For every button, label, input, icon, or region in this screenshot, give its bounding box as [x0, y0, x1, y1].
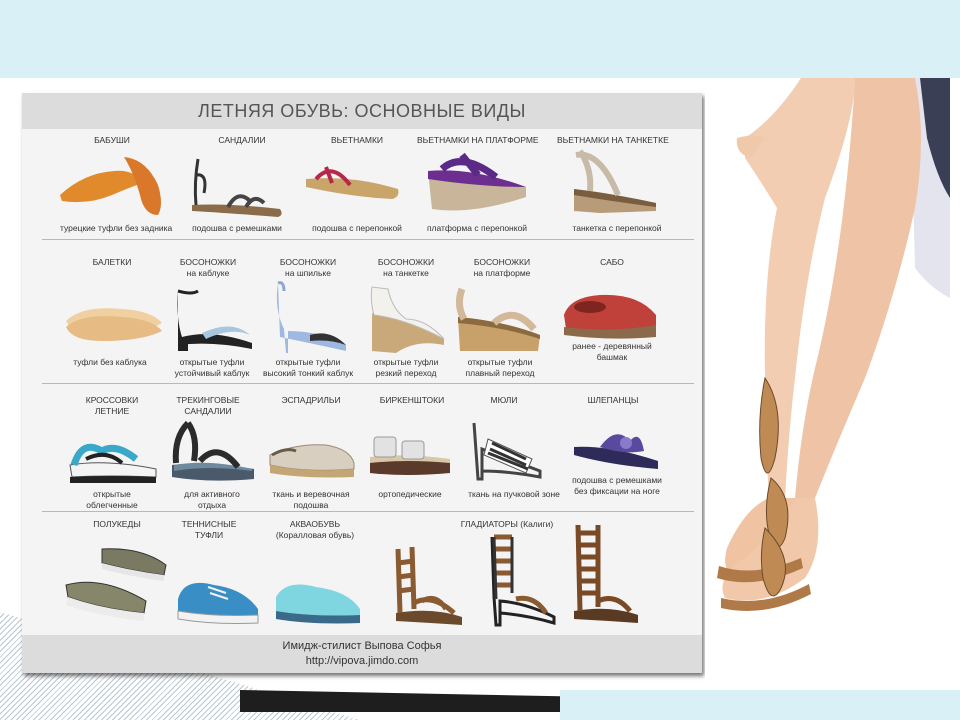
wedge-sandals-image — [370, 286, 445, 353]
item-caption: турецкие туфли без задника — [60, 223, 173, 233]
item-caption: танкетка с перепонкой — [572, 223, 662, 233]
item-name-sub: ЛЕТНИЕ — [94, 406, 130, 416]
wedge-flip-flops-image — [574, 149, 656, 213]
item-caption: подошва с ремешками — [192, 223, 282, 233]
babushi-image — [60, 157, 161, 215]
item-caption: подошва с перепонкой — [312, 223, 402, 233]
mules-image — [472, 422, 542, 481]
decorative-blue-band — [560, 690, 960, 720]
item-name-sub: на танкетке — [383, 268, 429, 278]
clogs-image — [564, 294, 656, 339]
item-caption: туфли без каблука — [73, 357, 147, 367]
item-caption: для активного — [184, 489, 240, 499]
footer-url: http://vipova.jimdo.com — [305, 655, 419, 667]
item-caption: ткань на пучковой зоне — [468, 489, 560, 499]
stiletto-sandals-image — [276, 281, 346, 353]
decorative-dark-wedge — [240, 690, 580, 712]
row-divider — [42, 239, 694, 240]
item-caption-sub: подошва — [293, 500, 329, 510]
gladiator-sandals-flat-image — [395, 546, 462, 625]
block-heel-sandals-image — [177, 289, 252, 351]
gladiator-sandals-tall-image — [574, 524, 638, 623]
item-caption-sub: резкий переход — [375, 368, 437, 378]
summer-sneakers-image — [69, 443, 157, 483]
gladiator-sandals-heel-image — [490, 534, 556, 627]
item-caption: открытые туфли — [467, 357, 533, 367]
item-name: ТЕННИСНЫЕ — [181, 519, 237, 529]
item-caption-sub: плавный переход — [465, 368, 535, 378]
item-name-sub: на платформе — [473, 268, 531, 278]
item-caption: подошва с ремешками — [572, 475, 662, 485]
item-caption-sub: без фиксации на ноге — [574, 486, 660, 496]
item-name-sub: (Коралловая обувь) — [275, 530, 355, 540]
ballet-flats-image — [66, 308, 162, 341]
item-name: БОСОНОЖКИ — [377, 257, 435, 267]
item-name: ПОЛУКЕДЫ — [93, 519, 141, 529]
item-name: БОСОНОЖКИ — [179, 257, 237, 267]
item-name-sub: ТУФЛИ — [194, 530, 224, 540]
item-caption: ткань и веревочная — [272, 489, 350, 499]
shoe-types-poster: ЛЕТНЯЯ ОБУВЬ: ОСНОВНЫЕ ВИДЫ БАБУШИ турец… — [22, 93, 702, 673]
item-name: БОСОНОЖКИ — [473, 257, 531, 267]
item-name: САБО — [600, 257, 624, 267]
slip-on-sneakers-image — [65, 548, 167, 621]
item-name: ЭСПАДРИЛЬИ — [281, 395, 341, 405]
tennis-shoes-image — [177, 582, 259, 624]
poster-title: ЛЕТНЯЯ ОБУВЬ: ОСНОВНЫЕ ВИДЫ — [22, 93, 702, 129]
item-name: ТРЕКИНГОВЫЕ — [176, 395, 240, 405]
item-name: АКВАОБУВЬ — [289, 519, 341, 529]
poster-footer: Имидж-стилист Выпова Софья http://vipova… — [22, 635, 702, 673]
slide-top-band — [0, 0, 960, 78]
legs-sandals-photo — [705, 78, 950, 690]
item-caption: открытые туфли — [373, 357, 439, 367]
item-name: ГЛАДИАТОРЫ (Калиги) — [460, 519, 554, 529]
item-name: ШЛЕПАНЦЫ — [587, 395, 639, 405]
item-name: БИРКЕНШТОКИ — [379, 395, 445, 405]
item-caption: платформа с перепонкой — [426, 223, 528, 233]
item-caption: открытые туфли — [275, 357, 341, 367]
item-caption: ортопедические — [378, 489, 442, 499]
birkenstocks-image — [370, 436, 450, 475]
item-name-sub: САНДАЛИИ — [184, 406, 232, 416]
trekking-sandals-image — [172, 420, 254, 481]
item-name: БАЛЕТКИ — [92, 257, 132, 267]
item-name: БОСОНОЖКИ — [279, 257, 337, 267]
footer-author: Имидж-стилист Выпова Софья — [282, 640, 442, 652]
aqua-shoes-image — [276, 584, 360, 624]
espadrilles-image — [269, 444, 355, 478]
item-caption-sub: облегченные — [86, 500, 138, 510]
item-name-sub: на шпильке — [285, 268, 331, 278]
item-name: САНДАЛИИ — [218, 135, 266, 145]
item-name: БАБУШИ — [94, 135, 130, 145]
item-caption: открытые туфли — [179, 357, 245, 367]
item-caption-sub: отдыха — [197, 500, 227, 510]
item-name: КРОССОВКИ — [85, 395, 139, 405]
item-caption-sub: башмак — [596, 352, 628, 362]
item-name: ВЬЕТНАМКИ НА ПЛАТФОРМЕ — [417, 135, 539, 145]
item-name: ВЬЕТНАМКИ — [330, 135, 384, 145]
item-caption: ранее - деревянный — [572, 341, 652, 351]
item-caption-sub: высокий тонкий каблук — [262, 368, 354, 378]
item-name-sub: на каблуке — [186, 268, 230, 278]
sandals-image — [192, 158, 282, 217]
row-divider — [42, 383, 694, 384]
item-caption-sub: устойчивый каблук — [174, 368, 250, 378]
item-name: МЮЛИ — [490, 395, 518, 405]
item-caption: открытые — [93, 489, 131, 499]
flip-flops-image — [306, 166, 399, 199]
row-divider — [42, 511, 694, 512]
platform-sandals-image — [455, 287, 540, 351]
platform-flip-flops-image — [428, 152, 526, 211]
slippers-image — [574, 434, 658, 469]
